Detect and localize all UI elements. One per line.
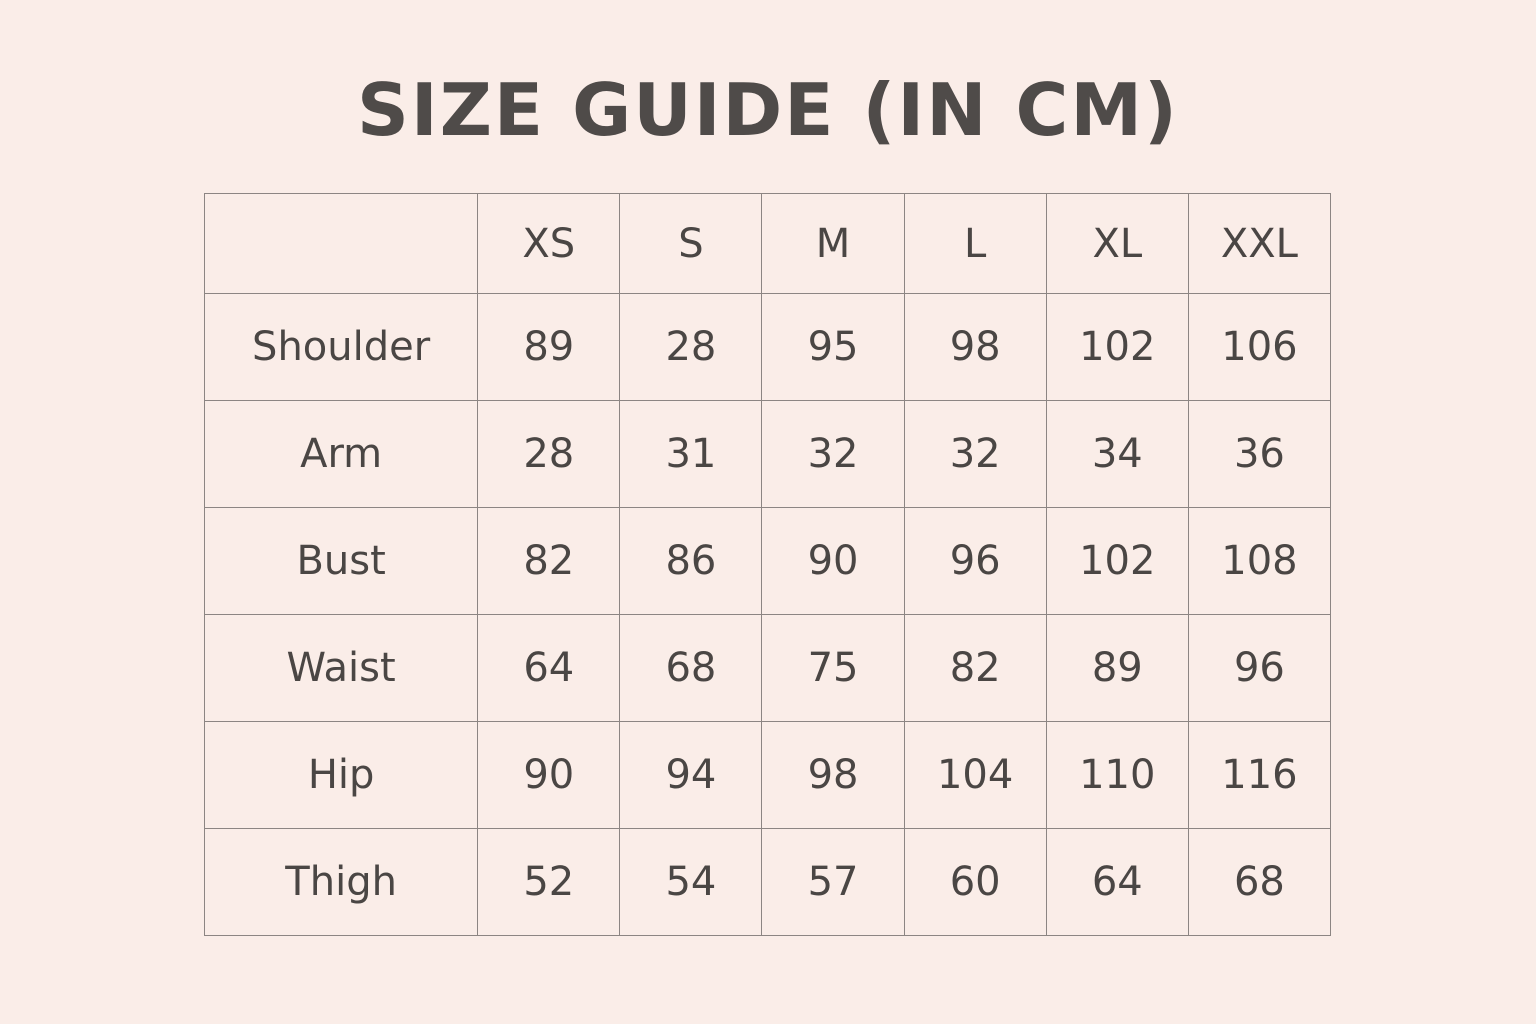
measurement-cell: 96 — [1187, 614, 1332, 722]
table-row: Waist 64 68 75 82 89 96 — [203, 614, 1332, 722]
size-header: XS — [477, 193, 621, 294]
measurement-cell: 98 — [903, 293, 1047, 401]
measurement-cell: 104 — [903, 721, 1047, 829]
measurement-cell: 36 — [1187, 400, 1332, 508]
header-row: XS S M L XL XXL — [203, 193, 1332, 294]
table-row: Bust 82 86 90 96 102 108 — [203, 507, 1332, 615]
measurement-cell: 89 — [477, 293, 621, 401]
measurement-cell: 68 — [1187, 828, 1332, 936]
size-header: M — [761, 193, 905, 294]
size-header: XL — [1045, 193, 1189, 294]
measurement-cell: 108 — [1187, 507, 1332, 615]
row-label: Arm — [203, 400, 479, 508]
measurement-cell: 102 — [1045, 293, 1189, 401]
table-row: Hip 90 94 98 104 110 116 — [203, 721, 1332, 829]
measurement-cell: 94 — [619, 721, 763, 829]
measurement-cell: 28 — [477, 400, 621, 508]
measurement-cell: 28 — [619, 293, 763, 401]
measurement-cell: 57 — [761, 828, 905, 936]
measurement-cell: 110 — [1045, 721, 1189, 829]
measurement-cell: 31 — [619, 400, 763, 508]
table-row: Shoulder 89 28 95 98 102 106 — [203, 293, 1332, 401]
table-row: Arm 28 31 32 32 34 36 — [203, 400, 1332, 508]
measurement-cell: 86 — [619, 507, 763, 615]
page-title: SIZE GUIDE (IN CM) — [357, 68, 1179, 152]
measurement-cell: 64 — [1045, 828, 1189, 936]
measurement-cell: 68 — [619, 614, 763, 722]
measurement-cell: 64 — [477, 614, 621, 722]
measurement-cell: 34 — [1045, 400, 1189, 508]
measurement-cell: 96 — [903, 507, 1047, 615]
row-label: Bust — [203, 507, 479, 615]
measurement-cell: 89 — [1045, 614, 1189, 722]
measurement-cell: 60 — [903, 828, 1047, 936]
measurement-cell: 95 — [761, 293, 905, 401]
table-row: Thigh 52 54 57 60 64 68 — [203, 828, 1332, 936]
measurement-cell: 32 — [903, 400, 1047, 508]
measurement-cell: 75 — [761, 614, 905, 722]
measurement-cell: 54 — [619, 828, 763, 936]
measurement-cell: 82 — [903, 614, 1047, 722]
measurement-cell: 102 — [1045, 507, 1189, 615]
measurement-cell: 98 — [761, 721, 905, 829]
row-label: Waist — [203, 614, 479, 722]
row-label: Thigh — [203, 828, 479, 936]
size-header: S — [619, 193, 763, 294]
size-guide-table: XS S M L XL XXL Shoulder 89 28 95 98 102… — [203, 193, 1332, 936]
measurement-cell: 32 — [761, 400, 905, 508]
size-header: XXL — [1187, 193, 1332, 294]
corner-cell — [203, 193, 479, 294]
row-label: Hip — [203, 721, 479, 829]
size-header: L — [903, 193, 1047, 294]
row-label: Shoulder — [203, 293, 479, 401]
measurement-cell: 116 — [1187, 721, 1332, 829]
measurement-cell: 90 — [477, 721, 621, 829]
measurement-cell: 82 — [477, 507, 621, 615]
measurement-cell: 90 — [761, 507, 905, 615]
measurement-cell: 52 — [477, 828, 621, 936]
measurement-cell: 106 — [1187, 293, 1332, 401]
